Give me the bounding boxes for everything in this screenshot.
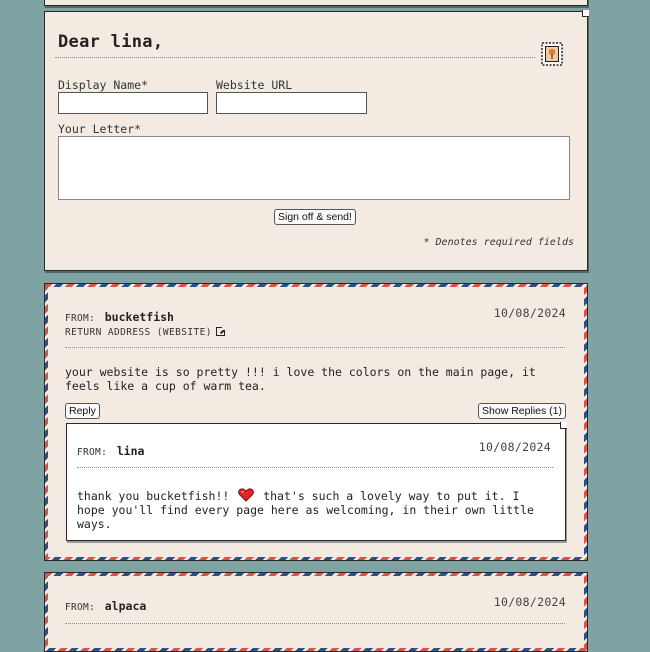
letter-card: FROM: bucketfish 10/08/2024 RETURN ADDRE… <box>44 283 588 561</box>
from-name: lina <box>116 444 145 458</box>
display-name-input[interactable] <box>58 92 208 114</box>
reply-date: 10/08/2024 <box>478 440 551 454</box>
website-url-input[interactable] <box>216 92 367 114</box>
letter-card: FROM: alpaca 10/08/2024 <box>44 572 588 652</box>
previous-card-edge <box>44 0 588 6</box>
reply-from: FROM: lina <box>77 440 144 459</box>
from-prefix: FROM: <box>77 447 108 458</box>
letter-body: FROM: alpaca 10/08/2024 <box>48 576 584 648</box>
dotted-divider <box>65 347 565 348</box>
external-link-icon <box>215 326 226 336</box>
stamp-icon <box>541 42 563 66</box>
dotted-divider <box>65 623 565 624</box>
folded-corner <box>582 10 589 17</box>
letter-textarea[interactable] <box>58 136 570 200</box>
website-label: Website URL <box>216 78 293 92</box>
letter-message: your website is so pretty !!! i love the… <box>65 365 536 393</box>
dotted-divider <box>77 467 553 468</box>
folded-corner <box>560 422 567 429</box>
letter-date: 10/08/2024 <box>493 595 566 609</box>
reply-card: FROM: lina 10/08/2024 thank you bucketfi… <box>66 422 567 541</box>
from-name: alpaca <box>104 599 147 613</box>
letter-body: FROM: bucketfish 10/08/2024 RETURN ADDRE… <box>48 287 584 557</box>
show-replies-button[interactable]: Show Replies (1) <box>478 403 566 419</box>
return-address-link[interactable]: RETURN ADDRESS (WEBSITE) <box>65 320 226 339</box>
letter-from: FROM: alpaca <box>65 595 146 614</box>
letter-label: Your Letter* <box>58 122 142 136</box>
guestbook-form: Dear lina, Display Name* Website URL You… <box>44 10 589 271</box>
display-name-label: Display Name* <box>58 78 149 92</box>
letter-date: 10/08/2024 <box>493 306 566 320</box>
heart-icon <box>238 488 255 502</box>
dotted-divider <box>55 57 535 58</box>
reply-button[interactable]: Reply <box>65 403 100 419</box>
from-prefix: FROM: <box>65 602 96 613</box>
required-fields-note: * Denotes required fields <box>423 237 574 248</box>
send-button[interactable]: Sign off & send! <box>274 209 356 225</box>
reply-message-start: thank you bucketfish!! <box>77 489 230 503</box>
form-greeting: Dear lina, <box>58 32 164 52</box>
reply-message: thank you bucketfish!! that's such a lov… <box>77 488 553 531</box>
return-address-label: RETURN ADDRESS (WEBSITE) <box>65 327 212 338</box>
